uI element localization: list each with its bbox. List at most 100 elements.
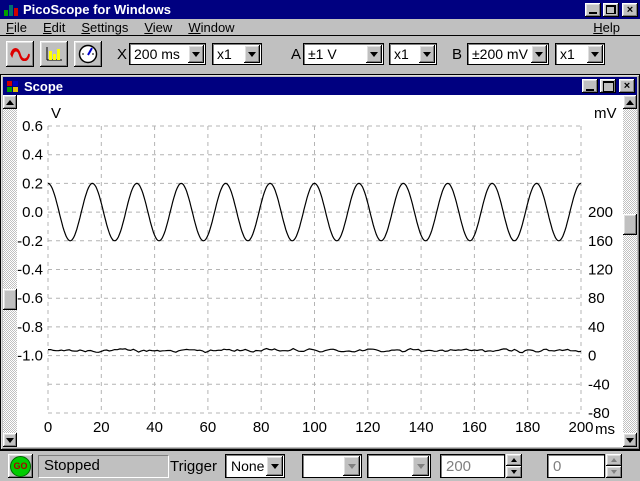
- app-title-bar: PicoScope for Windows ×: [0, 0, 640, 19]
- scroll-up-button[interactable]: [623, 95, 637, 109]
- app-title: PicoScope for Windows: [23, 2, 171, 17]
- dropdown-arrow-icon[interactable]: [266, 456, 283, 476]
- arrow-up-icon: [511, 455, 517, 462]
- scroll-down-button[interactable]: [623, 433, 637, 447]
- svg-text:0: 0: [44, 419, 52, 436]
- svg-text:200: 200: [588, 204, 613, 221]
- trigger-label: Trigger: [170, 458, 217, 475]
- spin-down-button[interactable]: [606, 466, 622, 478]
- close-button[interactable]: ×: [622, 2, 638, 17]
- meter-view-button[interactable]: [74, 41, 102, 67]
- svg-text:180: 180: [515, 419, 540, 436]
- scope-minimize-button[interactable]: [582, 79, 598, 93]
- channel-a-multiplier-select[interactable]: x1: [389, 43, 437, 65]
- channel-b-offset-scrollbar[interactable]: [623, 95, 637, 447]
- svg-text:mV: mV: [594, 105, 617, 122]
- svg-text:60: 60: [200, 419, 217, 436]
- go-button[interactable]: GO: [8, 454, 33, 478]
- spin-up-button[interactable]: [506, 454, 522, 466]
- spin-up-button[interactable]: [606, 454, 622, 466]
- menu-view[interactable]: View: [136, 20, 180, 35]
- minimize-button[interactable]: [585, 2, 601, 17]
- scrollbar-thumb[interactable]: [623, 214, 637, 235]
- spin-down-button[interactable]: [506, 466, 522, 478]
- restore-button[interactable]: [603, 2, 619, 17]
- trigger-threshold-field[interactable]: 200: [440, 454, 505, 478]
- scroll-down-button[interactable]: [3, 433, 17, 447]
- arrow-down-icon: [6, 437, 14, 447]
- channel-a-label: A: [291, 46, 302, 63]
- svg-text:V: V: [51, 105, 61, 122]
- svg-text:0.0: 0.0: [22, 204, 43, 221]
- svg-text:160: 160: [588, 233, 613, 250]
- svg-text:80: 80: [253, 419, 270, 436]
- svg-text:160: 160: [462, 419, 487, 436]
- dropdown-arrow-icon: [412, 456, 429, 476]
- menu-file[interactable]: File: [0, 20, 35, 35]
- dropdown-arrow-icon[interactable]: [366, 45, 382, 63]
- menu-bar: File Edit Settings View Window Help: [0, 19, 640, 36]
- menu-window[interactable]: Window: [180, 20, 242, 35]
- timebase-label: X: [117, 46, 128, 63]
- svg-text:140: 140: [409, 419, 434, 436]
- scope-maximize-button[interactable]: [600, 79, 616, 93]
- svg-text:ms: ms: [595, 421, 615, 438]
- arrow-up-icon: [6, 96, 14, 105]
- minimize-icon: [586, 88, 594, 91]
- trigger-source-select[interactable]: [302, 454, 362, 478]
- menu-settings[interactable]: Settings: [73, 20, 136, 35]
- sine-wave-icon: [10, 48, 30, 61]
- arrow-down-icon: [511, 470, 517, 477]
- gauge-icon: [78, 44, 98, 64]
- close-icon: ×: [626, 3, 634, 16]
- channel-a-range-select[interactable]: ±1 V: [303, 43, 384, 65]
- status-bar: GO Stopped Trigger None 200 0: [0, 450, 640, 481]
- dropdown-arrow-icon: [343, 456, 360, 476]
- scrollbar-thumb[interactable]: [3, 289, 17, 310]
- trigger-mode-select[interactable]: None: [225, 454, 285, 478]
- svg-text:80: 80: [588, 290, 605, 307]
- svg-text:40: 40: [588, 319, 605, 336]
- go-icon: GO: [10, 455, 31, 477]
- svg-text:40: 40: [146, 419, 163, 436]
- trigger-direction-select[interactable]: [367, 454, 431, 478]
- trigger-delay-stepper[interactable]: [606, 454, 622, 478]
- dropdown-arrow-icon[interactable]: [188, 45, 204, 63]
- svg-text:-0.4: -0.4: [17, 262, 43, 279]
- svg-text:120: 120: [588, 262, 613, 279]
- arrow-up-icon: [611, 455, 617, 462]
- channel-b-multiplier-select[interactable]: x1: [555, 43, 605, 65]
- menu-edit[interactable]: Edit: [35, 20, 73, 35]
- scope-window-title: Scope: [24, 78, 64, 94]
- svg-text:0.2: 0.2: [22, 175, 43, 192]
- scope-title-bar: Scope ×: [3, 77, 637, 95]
- svg-text:-40: -40: [588, 376, 610, 393]
- timebase-select[interactable]: 200 ms: [129, 43, 206, 65]
- scroll-up-button[interactable]: [3, 95, 17, 109]
- dropdown-arrow-icon[interactable]: [587, 45, 603, 63]
- dropdown-arrow-icon[interactable]: [531, 45, 547, 63]
- channel-b-label: B: [452, 46, 463, 63]
- scope-view-button[interactable]: [6, 41, 34, 67]
- scope-close-button[interactable]: ×: [619, 79, 635, 93]
- dropdown-arrow-icon[interactable]: [244, 45, 260, 63]
- channel-b-range-select[interactable]: ±200 mV: [467, 43, 549, 65]
- svg-text:-1.0: -1.0: [17, 348, 43, 365]
- restore-icon: [606, 5, 616, 14]
- arrow-down-icon: [611, 470, 617, 477]
- trigger-threshold-stepper[interactable]: [506, 454, 522, 478]
- x-multiplier-select[interactable]: x1: [212, 43, 262, 65]
- scope-client-area: 0.6 0.4 0.2 0.0 -0.2 -0.4 -0.6 -0.8 -1.0 200 160 12…: [3, 95, 637, 447]
- gridlines: [47, 125, 582, 414]
- menu-help[interactable]: Help: [585, 20, 628, 35]
- svg-text:20: 20: [93, 419, 110, 436]
- svg-text:-0.2: -0.2: [17, 233, 43, 250]
- trigger-delay-field[interactable]: 0: [547, 454, 605, 478]
- app-icon: [3, 2, 19, 17]
- scope-window: Scope × 0.6 0.4 0.2 0.0 -0.2 -0.4 -0.6 -0.8 -1.0…: [0, 74, 640, 450]
- dropdown-arrow-icon[interactable]: [419, 45, 435, 63]
- svg-text:-0.6: -0.6: [17, 290, 43, 307]
- spectrum-view-button[interactable]: [40, 41, 68, 67]
- svg-text:120: 120: [355, 419, 380, 436]
- channel-a-offset-scrollbar[interactable]: [3, 95, 17, 447]
